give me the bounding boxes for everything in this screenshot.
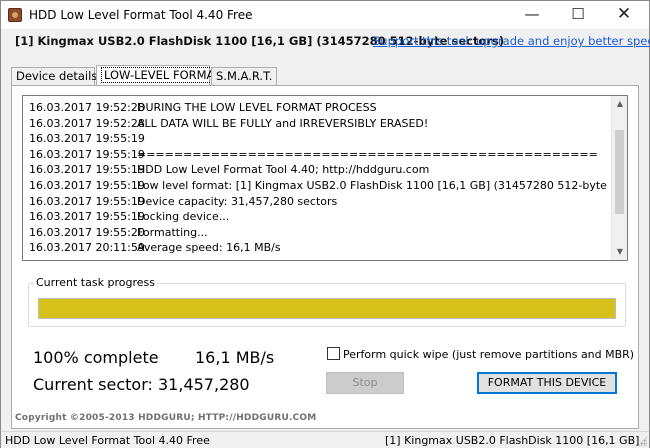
- window-title: HDD Low Level Format Tool 4.40 Free: [29, 8, 253, 22]
- copyright-text: Copyright ©2005-2013 HDDGURU; HTTP://HDD…: [15, 413, 317, 423]
- log-message: Average speed: 16,1 MB/s: [137, 241, 281, 255]
- log-message: HDD Low Level Format Tool 4.40; http://h…: [137, 163, 430, 177]
- log-row: 16.03.2017 19:55:19Device capacity: 31,4…: [29, 194, 613, 210]
- log-message: ALL DATA WILL BE FULLY and IRREVERSIBLY …: [137, 116, 429, 130]
- log-row: 16.03.2017 19:55:19=====================…: [29, 147, 613, 163]
- log-message: Formatting...: [137, 225, 208, 239]
- upgrade-link[interactable]: Support this tool: upgrade and enjoy bet…: [373, 34, 650, 48]
- log-message: Device capacity: 31,457,280 sectors: [137, 194, 338, 208]
- log-row: 16.03.2017 19:52:28DURING THE LOW LEVEL …: [29, 100, 613, 116]
- log-time: 16.03.2017 19:55:19: [29, 178, 145, 192]
- log-time: 16.03.2017 19:55:19: [29, 163, 145, 177]
- log-time: 16.03.2017 19:55:19: [29, 132, 145, 146]
- status-device: [1] Kingmax USB2.0 FlashDisk 1100 [16,1 …: [385, 434, 640, 447]
- current-sector: Current sector: 31,457,280: [33, 375, 250, 394]
- tab-low-level-format[interactable]: LOW-LEVEL FORMAT: [96, 65, 224, 87]
- low-level-format-panel: 16.03.2017 19:52:28DURING THE LOW LEVEL …: [11, 85, 639, 429]
- close-button[interactable]: ✕: [601, 1, 647, 29]
- tab-label: S.M.A.R.T.: [216, 69, 273, 83]
- log-message: Low level format: [1] Kingmax USB2.0 Fla…: [137, 178, 613, 192]
- log-time: 16.03.2017 19:55:19: [29, 147, 145, 161]
- log-time: 16.03.2017 19:55:19: [29, 210, 145, 224]
- percent-complete: 100% complete: [33, 348, 159, 367]
- status-bar: HDD Low Level Format Tool 4.40 Free [1] …: [1, 431, 649, 448]
- log-row: 16.03.2017 19:55:20Formatting...: [29, 225, 613, 241]
- app-icon[interactable]: [8, 8, 22, 22]
- quick-wipe-option[interactable]: Perform quick wipe (just remove partitio…: [327, 347, 634, 361]
- tab-label: Device details: [16, 69, 98, 83]
- title-bar[interactable]: HDD Low Level Format Tool 4.40 Free — ☐ …: [1, 1, 649, 29]
- progress-caption: Current task progress: [34, 276, 157, 289]
- log-rows: 16.03.2017 19:52:28DURING THE LOW LEVEL …: [29, 100, 613, 256]
- log-time: 16.03.2017 19:55:20: [29, 225, 145, 239]
- log-time: 16.03.2017 20:11:59: [29, 241, 145, 255]
- stop-button[interactable]: Stop: [326, 372, 404, 394]
- tab-label: LOW-LEVEL FORMAT: [101, 67, 224, 83]
- log-time: 16.03.2017 19:52:28: [29, 116, 145, 130]
- log-row: 16.03.2017 19:55:19Locking device...: [29, 209, 613, 225]
- log-time: 16.03.2017 19:52:28: [29, 101, 145, 114]
- log-message: ========================================…: [137, 147, 598, 161]
- log-scrollbar[interactable]: ▲ ▼: [611, 96, 627, 260]
- log-message: DURING THE LOW LEVEL FORMAT PROCESS: [137, 101, 377, 114]
- progress-bar: [38, 298, 616, 319]
- log-time: 16.03.2017 19:55:19: [29, 194, 145, 208]
- minimize-button[interactable]: —: [509, 1, 555, 29]
- scroll-down-arrow-icon[interactable]: ▼: [612, 244, 627, 260]
- scroll-thumb[interactable]: [615, 130, 624, 214]
- current-speed: 16,1 MB/s: [195, 348, 275, 367]
- tab-device-details[interactable]: Device details: [11, 67, 98, 85]
- quick-wipe-label: Perform quick wipe (just remove partitio…: [343, 348, 635, 361]
- progress-fill: [39, 299, 615, 318]
- log-row: 16.03.2017 19:55:19: [29, 131, 613, 147]
- log-row: 16.03.2017 19:55:19HDD Low Level Format …: [29, 162, 613, 178]
- tab-smart[interactable]: S.M.A.R.T.: [211, 67, 277, 85]
- format-device-button[interactable]: FORMAT THIS DEVICE: [477, 372, 617, 394]
- log-row: 16.03.2017 20:11:59Average speed: 16,1 M…: [29, 240, 613, 256]
- maximize-button[interactable]: ☐: [555, 1, 601, 29]
- status-app-name: HDD Low Level Format Tool 4.40 Free: [5, 434, 210, 447]
- scroll-up-arrow-icon[interactable]: ▲: [612, 96, 627, 112]
- log-row: 16.03.2017 19:55:19Low level format: [1]…: [29, 178, 613, 194]
- log-list[interactable]: 16.03.2017 19:52:28DURING THE LOW LEVEL …: [22, 95, 628, 261]
- log-message: Locking device...: [137, 210, 230, 224]
- app-window: HDD Low Level Format Tool 4.40 Free — ☐ …: [0, 0, 650, 448]
- quick-wipe-checkbox[interactable]: [327, 347, 340, 360]
- progress-group: Current task progress: [28, 276, 626, 327]
- log-row: 16.03.2017 19:52:28ALL DATA WILL BE FULL…: [29, 116, 613, 132]
